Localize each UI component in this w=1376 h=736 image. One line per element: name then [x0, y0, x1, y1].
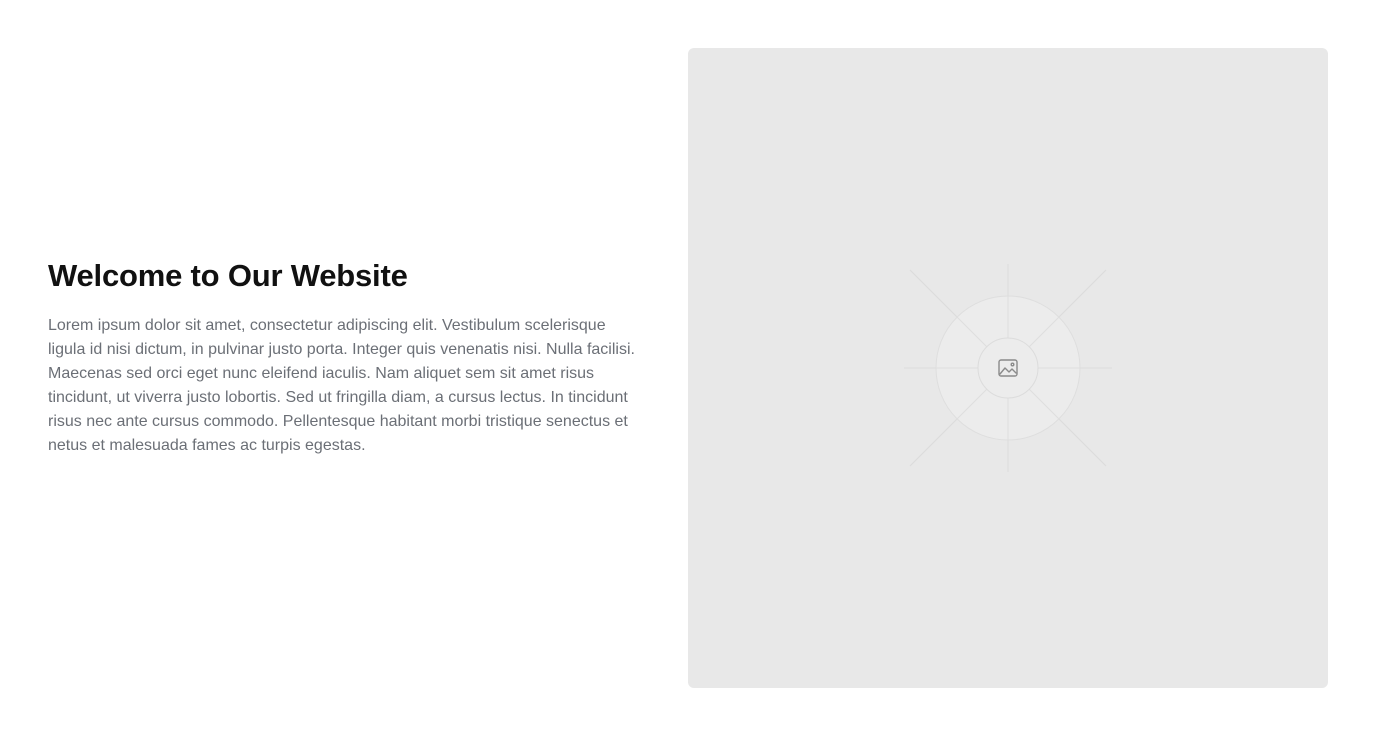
- hero-image-placeholder: [688, 48, 1328, 688]
- page-title: Welcome to Our Website: [48, 258, 408, 293]
- placeholder-graphic: [904, 264, 1112, 472]
- placeholder-inner-circle: [977, 337, 1039, 399]
- hero-section: Welcome to Our Website Lorem ipsum dolor…: [0, 0, 1376, 736]
- hero-text-column: Welcome to Our Website Lorem ipsum dolor…: [48, 256, 640, 458]
- hero-description: Lorem ipsum dolor sit amet, consectetur …: [48, 317, 635, 454]
